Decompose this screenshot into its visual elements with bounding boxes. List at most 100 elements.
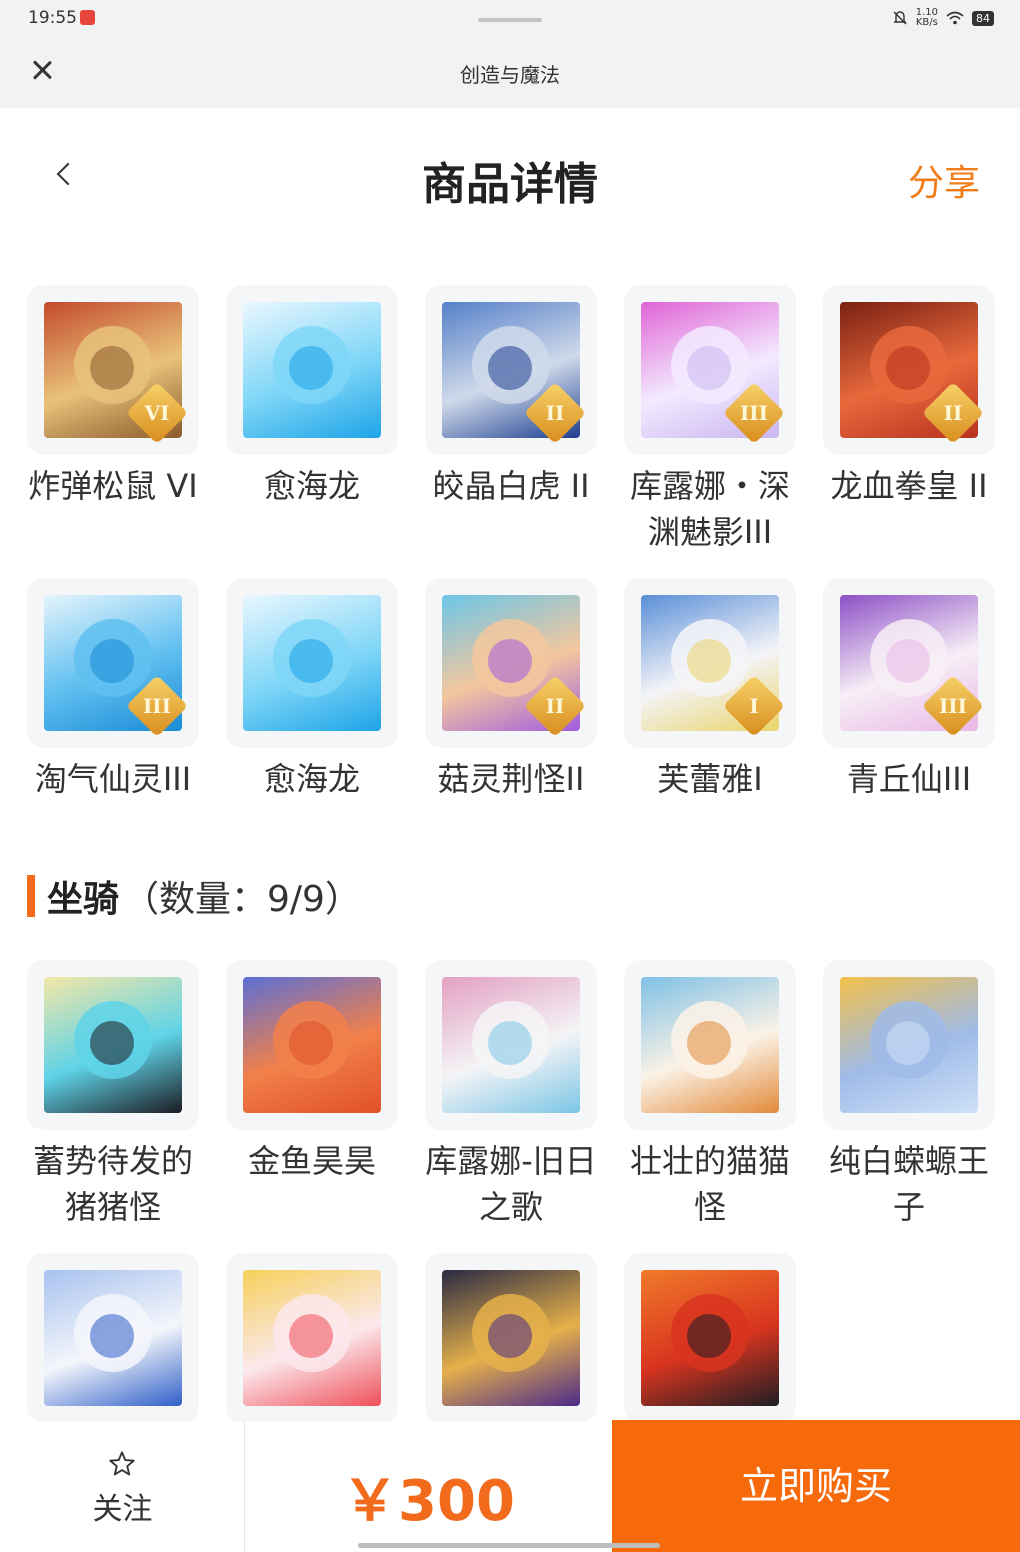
character-image <box>641 977 779 1113</box>
item-name: 淘气仙灵III <box>34 760 192 798</box>
pets-row: III 淘气仙灵III 愈海龙 II 菇灵荆怪II I 芙蕾雅I III 青丘仙III <box>27 578 995 802</box>
top-band: 19:55 1.10 KB/s 84 创造与魔法 <box>0 0 1020 108</box>
rank-badge: II <box>523 381 587 445</box>
rank-badge: III <box>921 674 985 738</box>
notification-app-icon <box>80 10 95 25</box>
pet-card[interactable]: III 淘气仙灵III <box>27 578 199 802</box>
character-image <box>44 977 182 1113</box>
pet-card[interactable]: I 芙蕾雅I <box>624 578 796 802</box>
item-name: 金鱼昊昊 <box>247 1142 376 1180</box>
section-accent-bar <box>27 875 35 917</box>
price: ￥300 <box>342 1469 515 1534</box>
rank-badge: VI <box>125 381 189 445</box>
pet-card[interactable]: III 青丘仙III <box>823 578 995 802</box>
item-thumbnail: VI <box>27 285 199 455</box>
item-thumbnail: II <box>425 578 597 748</box>
rank-badge: II <box>523 674 587 738</box>
item-name: 蓄势待发的猪猪怪 <box>32 1142 193 1226</box>
item-thumbnail <box>27 1253 199 1423</box>
pet-card[interactable]: III 库露娜・深渊魅影III <box>624 285 796 578</box>
pet-card[interactable]: 愈海龙 <box>226 285 398 578</box>
mount-card[interactable] <box>27 1253 199 1423</box>
character-image <box>442 977 580 1113</box>
status-indicators: 1.10 KB/s 84 <box>892 8 994 28</box>
item-thumbnail <box>624 960 796 1130</box>
home-indicator[interactable] <box>358 1543 660 1548</box>
character-image <box>243 595 381 731</box>
mount-card[interactable]: 蓄势待发的猪猪怪 <box>27 960 199 1253</box>
wifi-icon <box>946 11 964 25</box>
item-thumbnail <box>226 285 398 455</box>
mount-card[interactable] <box>624 1253 796 1423</box>
pets-row: VI 炸弹松鼠 VI 愈海龙 II 皎晶白虎 II III 库露娜・深渊魅影III II 龙血拳… <box>27 285 995 578</box>
battery-level: 84 <box>972 10 994 26</box>
character-image <box>442 1270 580 1406</box>
mounts-row <box>27 1253 993 1423</box>
pet-card[interactable]: II 龙血拳皇 II <box>823 285 995 578</box>
buy-now-button[interactable]: 立即购买 <box>612 1420 1020 1552</box>
item-thumbnail <box>425 1253 597 1423</box>
mount-card[interactable] <box>425 1253 597 1423</box>
item-name: 芙蕾雅I <box>657 760 763 798</box>
item-thumbnail: II <box>425 285 597 455</box>
star-icon <box>109 1451 135 1476</box>
item-name: 皎晶白虎 II <box>432 467 590 505</box>
item-thumbnail: III <box>27 578 199 748</box>
rank-badge: III <box>722 381 786 445</box>
section-title: 坐骑 <box>47 879 120 920</box>
item-thumbnail <box>425 960 597 1130</box>
mount-card[interactable] <box>226 1253 398 1423</box>
item-thumbnail <box>226 578 398 748</box>
character-image <box>840 977 978 1113</box>
pet-card[interactable]: VI 炸弹松鼠 VI <box>27 285 199 578</box>
item-thumbnail <box>624 1253 796 1423</box>
item-thumbnail: I <box>624 578 796 748</box>
item-name: 炸弹松鼠 VI <box>28 467 198 505</box>
pet-card[interactable]: 愈海龙 <box>226 578 398 802</box>
item-thumbnail: II <box>823 285 995 455</box>
character-image <box>243 1270 381 1406</box>
mount-card[interactable]: 金鱼昊昊 <box>226 960 398 1253</box>
follow-label: 关注 <box>92 1492 153 1527</box>
status-time: 19:55 <box>28 8 77 28</box>
rank-badge: III <box>125 674 189 738</box>
mount-card[interactable]: 纯白蝾螈王子 <box>823 960 995 1253</box>
item-name: 愈海龙 <box>263 760 360 798</box>
item-thumbnail: III <box>624 285 796 455</box>
item-thumbnail <box>27 960 199 1130</box>
item-name: 纯白蝾螈王子 <box>828 1142 989 1226</box>
item-thumbnail <box>226 1253 398 1423</box>
follow-button[interactable]: 关注 <box>0 1422 245 1552</box>
item-name: 菇灵荆怪II <box>437 760 585 798</box>
pet-grid: VI 炸弹松鼠 VI 愈海龙 II 皎晶白虎 II III 库露娜・深渊魅影III II 龙血拳… <box>27 285 995 802</box>
character-image <box>641 1270 779 1406</box>
rank-badge: I <box>722 674 786 738</box>
item-name: 壮壮的猫猫怪 <box>629 1142 790 1226</box>
item-name: 库露娜・深渊魅影III <box>629 467 790 551</box>
item-thumbnail <box>226 960 398 1130</box>
item-thumbnail: III <box>823 578 995 748</box>
window-grip-handle[interactable] <box>478 18 542 22</box>
pet-card[interactable]: II 菇灵荆怪II <box>425 578 597 802</box>
item-name: 青丘仙III <box>846 760 972 798</box>
mount-card[interactable]: 壮壮的猫猫怪 <box>624 960 796 1253</box>
mute-icon <box>893 11 907 25</box>
mounts-row: 蓄势待发的猪猪怪 金鱼昊昊 库露娜-旧日之歌 壮壮的猫猫怪 纯白蝾螈王子 <box>27 960 995 1253</box>
character-image <box>243 302 381 438</box>
mounts-section-heading: 坐骑 （数量：9/9） <box>27 870 361 922</box>
mount-grid: 蓄势待发的猪猪怪 金鱼昊昊 库露娜-旧日之歌 壮壮的猫猫怪 纯白蝾螈王子 <box>27 960 995 1423</box>
share-button[interactable]: 分享 <box>908 154 980 206</box>
bottom-action-bar: 关注 ￥300 立即购买 <box>0 1420 1020 1552</box>
app-title: 创造与魔法 <box>460 63 560 87</box>
item-name: 愈海龙 <box>263 467 360 505</box>
mount-card[interactable]: 库露娜-旧日之歌 <box>425 960 597 1253</box>
pet-card[interactable]: II 皎晶白虎 II <box>425 285 597 578</box>
item-thumbnail <box>823 960 995 1130</box>
item-name: 库露娜-旧日之歌 <box>425 1142 597 1226</box>
character-image <box>243 977 381 1113</box>
section-count: （数量：9/9） <box>123 879 361 920</box>
network-speed: 1.10 KB/s <box>915 7 938 28</box>
page-title: 商品详情 <box>422 159 598 210</box>
item-name: 龙血拳皇 II <box>830 467 988 505</box>
rank-badge: II <box>921 381 985 445</box>
